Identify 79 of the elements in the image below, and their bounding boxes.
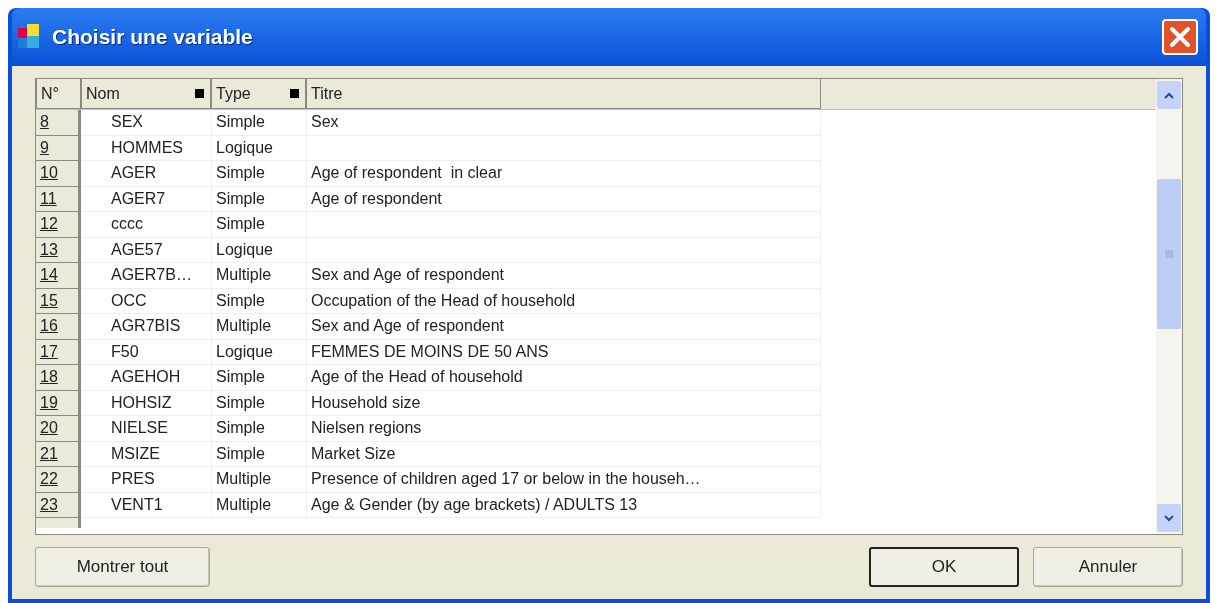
table-cell: OCC [81,288,211,314]
table-cell: Logique [211,237,306,263]
table-cell: Nielsen regions [306,416,821,442]
row-number[interactable]: 8 [36,110,81,136]
table-cell: Household size [306,390,821,416]
row-number[interactable]: 13 [36,237,81,263]
sort-icon [290,89,299,98]
table-cell: Simple [211,416,306,442]
row-number[interactable]: 20 [36,416,81,442]
table-cell: HOHSIZ [81,390,211,416]
table-cell: Sex [306,110,821,136]
table-cell: Simple [211,365,306,391]
table-cell: AGEHOH [81,365,211,391]
dialog-button[interactable]: OK [869,547,1019,587]
table-cell: Simple [211,288,306,314]
table-cell: Multiple [211,314,306,340]
row-number[interactable]: 23 [36,492,81,518]
table-cell: NIELSE [81,416,211,442]
row-number[interactable]: 15 [36,288,81,314]
close-button[interactable] [1162,19,1198,55]
chevron-up-icon [1164,91,1174,99]
table-cell: Multiple [211,467,306,493]
scroll-thumb[interactable] [1157,179,1181,329]
row-number[interactable]: 19 [36,390,81,416]
table-cell: VENT1 [81,492,211,518]
window-title: Choisir une variable [52,24,254,51]
table-cell: Simple [211,110,306,136]
table-cell: SEX [81,110,211,136]
table-cell: Age & Gender (by age brackets) / ADULTS 13 [306,492,821,518]
table-cell: AGER7B… [81,263,211,289]
table-cell: Simple [211,390,306,416]
table-cell: Logique [211,135,306,161]
table-cell: Age of respondent in clear [306,161,821,187]
row-number[interactable]: 17 [36,339,81,365]
table-cell: MSIZE [81,441,211,467]
column-header[interactable]: Titre [306,79,821,109]
column-header[interactable]: Nom [81,79,211,109]
table-cell: HOMMES [81,135,211,161]
table-cell: Age of respondent [306,186,821,212]
table-cell: Multiple [211,492,306,518]
table-cell: Presence of children aged 17 or below in the househ… [306,467,821,493]
chevron-down-icon [1164,514,1174,522]
close-icon [1169,26,1191,48]
sort-icon [195,89,204,98]
table-cell: Simple [211,161,306,187]
table-cell: AGE57 [81,237,211,263]
row-number[interactable]: 22 [36,467,81,493]
table-cell: Simple [211,441,306,467]
table-cell: cccc [81,212,211,238]
table-cell: AGER7 [81,186,211,212]
dialog-button[interactable]: Montrer tout [35,547,210,587]
table-cell: Market Size [306,441,821,467]
row-number[interactable]: 9 [36,135,81,161]
row-number[interactable]: 18 [36,365,81,391]
table-cell: Sex and Age of respondent [306,314,821,340]
table-cell: F50 [81,339,211,365]
table-cell: FEMMES DE MOINS DE 50 ANS [306,339,821,365]
row-number[interactable]: 12 [36,212,81,238]
table-cell: Simple [211,212,306,238]
row-number[interactable]: 11 [36,186,81,212]
row-number[interactable]: 21 [36,441,81,467]
table-cell: Occupation of the Head of household [306,288,821,314]
table-cell: Age of the Head of household [306,365,821,391]
row-number[interactable]: 10 [36,161,81,187]
column-header[interactable]: N° [36,79,81,109]
table-cell: Multiple [211,263,306,289]
table-cell: AGR7BIS [81,314,211,340]
table-cell: Sex and Age of respondent [306,263,821,289]
dialog-button[interactable]: Annuler [1033,547,1183,587]
row-number[interactable]: 14 [36,263,81,289]
scroll-up-button[interactable] [1157,81,1181,109]
column-header[interactable]: Type [211,79,306,109]
scrollbar[interactable] [1156,79,1182,534]
table-cell: Logique [211,339,306,365]
row-number[interactable]: 16 [36,314,81,340]
table-cell: Simple [211,186,306,212]
scroll-down-button[interactable] [1157,504,1181,532]
table-cell: AGER [81,161,211,187]
table-cell: PRES [81,467,211,493]
